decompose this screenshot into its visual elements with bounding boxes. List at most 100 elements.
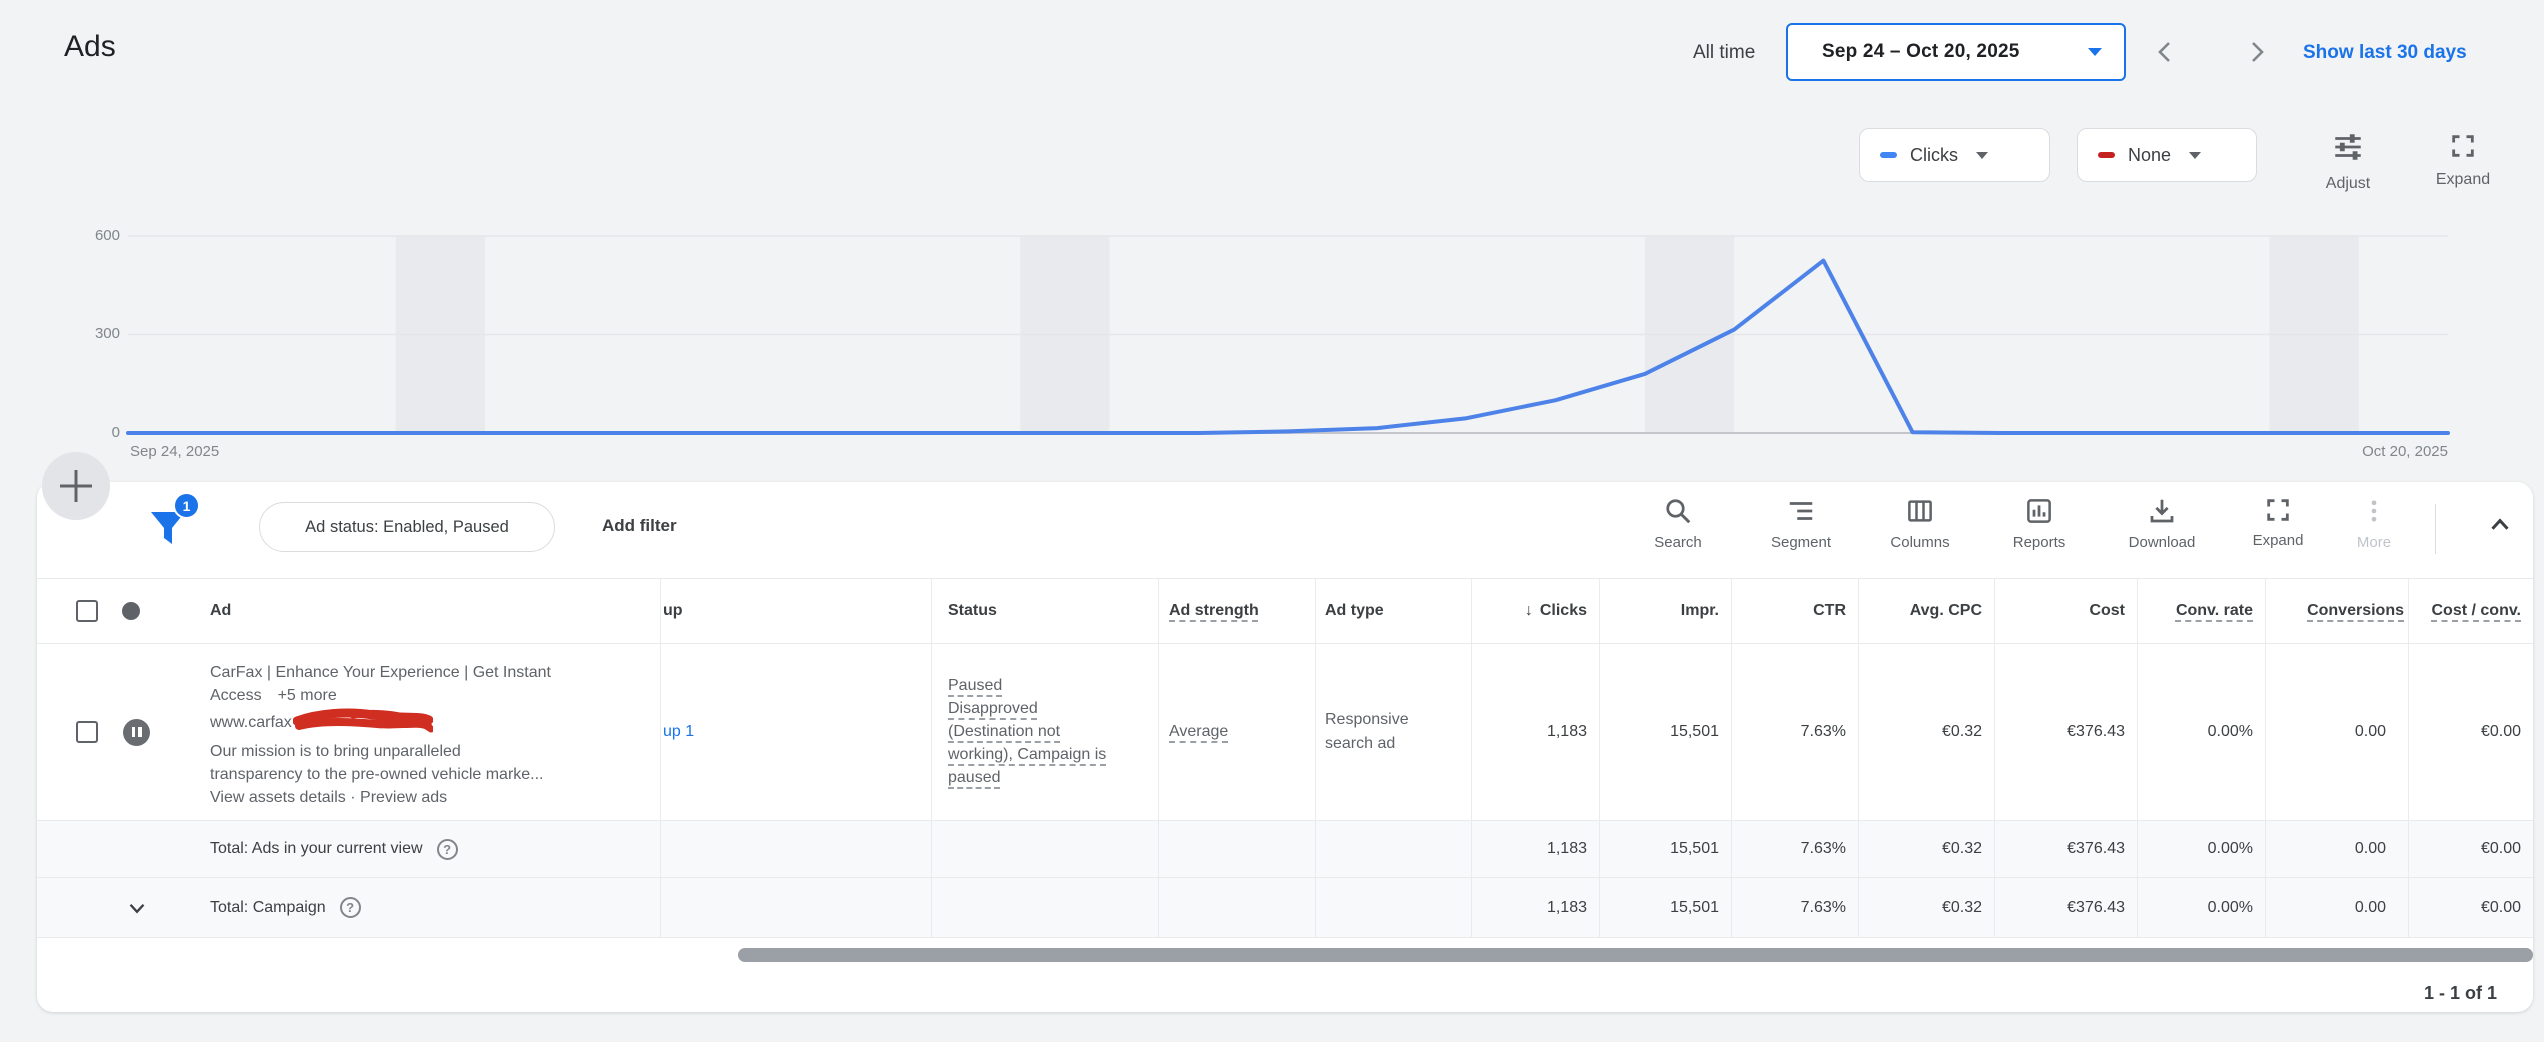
total-conversions: 0.00 [2265, 821, 2408, 877]
total-clicks: 1,183 [1471, 821, 1599, 877]
avg-cpc-value: €0.32 [1858, 644, 1994, 820]
table-segment-button[interactable]: Segment [1753, 496, 1849, 551]
metric1-label: Clicks [1910, 145, 1958, 166]
status-line: Paused [948, 674, 1002, 697]
header-conv-rate[interactable]: Conv. rate [2137, 579, 2265, 643]
preview-ads-link[interactable]: Preview ads [360, 789, 447, 806]
plus-icon [57, 467, 95, 505]
ad-headline-2[interactable]: Access+5 more [210, 684, 660, 707]
status-line: Disapproved [948, 697, 1038, 720]
total-avg-cpc: €0.32 [1858, 821, 1994, 877]
more-vertical-icon [2360, 496, 2388, 526]
table-search-button[interactable]: Search [1630, 496, 1726, 551]
fullscreen-icon [2449, 132, 2477, 160]
ad-group-link[interactable]: up 1 [660, 644, 931, 820]
horizontal-scrollbar[interactable] [738, 948, 2533, 962]
add-button[interactable] [42, 452, 110, 520]
table-download-button[interactable]: Download [2114, 496, 2210, 551]
view-assets-details-link[interactable]: View assets details [210, 789, 346, 806]
chart-expand-button[interactable]: Expand [2418, 132, 2508, 189]
total-campaign-row: Total: Campaign ? 1,183 15,501 7.63% €0.… [37, 877, 2533, 938]
select-all-checkbox[interactable] [76, 600, 98, 622]
search-icon [1663, 496, 1693, 526]
show-last-30-days-link[interactable]: Show last 30 days [2303, 42, 2467, 64]
row-checkbox[interactable] [76, 721, 98, 743]
header-label: Conversions [2307, 602, 2404, 620]
tool-label: Download [2114, 534, 2210, 551]
table-expand-button[interactable]: Expand [2230, 496, 2326, 549]
total-cost: €376.43 [1994, 821, 2137, 877]
date-range-picker[interactable]: Sep 24 – Oct 20, 2025 [1786, 23, 2126, 81]
total-impressions: 15,501 [1599, 878, 1731, 937]
chart-metric2-dropdown[interactable]: None [2077, 128, 2257, 182]
header-label: Cost / conv. [2432, 602, 2522, 620]
header-cost-per-conv[interactable]: Cost / conv. [2408, 579, 2533, 643]
table-more-button[interactable]: More [2326, 496, 2422, 551]
total-cost-per-conv: €0.00 [2408, 821, 2533, 877]
header-impressions[interactable]: Impr. [1599, 579, 1731, 643]
sort-descending-icon: ↓ [1525, 602, 1533, 620]
header-ad-type[interactable]: Ad type [1315, 579, 1471, 643]
expand-totals-chevron-down-icon[interactable] [124, 895, 150, 921]
header-conversions[interactable]: Conversions [2265, 579, 2408, 643]
header-label: Conv. rate [2176, 602, 2253, 620]
tool-label: Columns [1872, 534, 1968, 551]
table-reports-button[interactable]: Reports [1991, 496, 2087, 551]
ad-status-filter-chip[interactable]: Ad status: Enabled, Paused [259, 502, 555, 552]
download-icon [2147, 496, 2177, 526]
help-icon[interactable]: ? [437, 839, 458, 860]
link-separator: · [350, 789, 355, 806]
total-conversions: 0.00 [2265, 878, 2408, 937]
y-axis-tick: 0 [52, 424, 120, 441]
chevron-down-icon [1976, 152, 1988, 159]
chevron-up-icon [2485, 510, 2515, 540]
metric2-label: None [2128, 145, 2171, 166]
ad-strength-cell[interactable]: Average [1158, 644, 1315, 820]
tool-label: Reports [1991, 534, 2087, 551]
header-ad-strength[interactable]: Ad strength [1158, 579, 1315, 643]
chevron-right-icon [2241, 36, 2273, 68]
chart-adjust-button[interactable]: Adjust [2303, 130, 2393, 193]
clicks-value: 1,183 [1471, 644, 1599, 820]
header-ctr[interactable]: CTR [1731, 579, 1858, 643]
header-ad[interactable]: Ad [162, 579, 660, 643]
x-axis-start-label: Sep 24, 2025 [130, 443, 219, 460]
total-clicks: 1,183 [1471, 878, 1599, 937]
header-avg-cpc[interactable]: Avg. CPC [1858, 579, 1994, 643]
next-period-button[interactable] [2241, 36, 2273, 68]
table-row: CarFax | Enhance Your Experience | Get I… [37, 644, 2533, 820]
table-columns-button[interactable]: Columns [1872, 496, 1968, 551]
tool-label: More [2326, 534, 2422, 551]
tool-label: Search [1630, 534, 1726, 551]
page-title: Ads [64, 30, 116, 64]
toolbar-divider [2435, 504, 2436, 554]
collapse-table-button[interactable] [2485, 510, 2517, 542]
date-context-label: All time [1693, 42, 1755, 64]
date-range-value: Sep 24 – Oct 20, 2025 [1822, 41, 2020, 63]
more-ads-link[interactable]: +5 more [278, 687, 337, 704]
segment-icon [1786, 496, 1816, 526]
status-cell[interactable]: Paused Disapproved (Destination not work… [931, 644, 1158, 820]
header-cost[interactable]: Cost [1994, 579, 2137, 643]
y-axis-tick: 300 [52, 325, 120, 342]
bar-chart-icon [2024, 496, 2054, 526]
ctr-value: 7.63% [1731, 644, 1858, 820]
ad-description: Our mission is to bring unparalleled [210, 740, 660, 763]
previous-period-button[interactable] [2149, 36, 2181, 68]
tool-label: Segment [1753, 534, 1849, 551]
ad-headline[interactable]: CarFax | Enhance Your Experience | Get I… [210, 661, 660, 684]
columns-icon [1905, 496, 1935, 526]
header-label: Ad strength [1169, 602, 1259, 620]
header-ad-group[interactable]: up [660, 579, 931, 643]
header-status[interactable]: Status [931, 579, 1158, 643]
chart-metric1-dropdown[interactable]: Clicks [1859, 128, 2050, 182]
adjust-label: Adjust [2303, 175, 2393, 193]
add-filter-button[interactable]: Add filter [602, 516, 677, 536]
header-clicks-sorted[interactable]: ↓ Clicks [1471, 579, 1599, 643]
series1-color-dash-icon [1880, 152, 1897, 158]
help-icon[interactable]: ? [340, 897, 361, 918]
total-label: Total: Ads in your current view ? [162, 821, 660, 877]
status-dot-header-icon [122, 602, 140, 620]
paused-status-icon[interactable] [123, 719, 150, 746]
total-current-view-row: Total: Ads in your current view ? 1,183 … [37, 820, 2533, 877]
